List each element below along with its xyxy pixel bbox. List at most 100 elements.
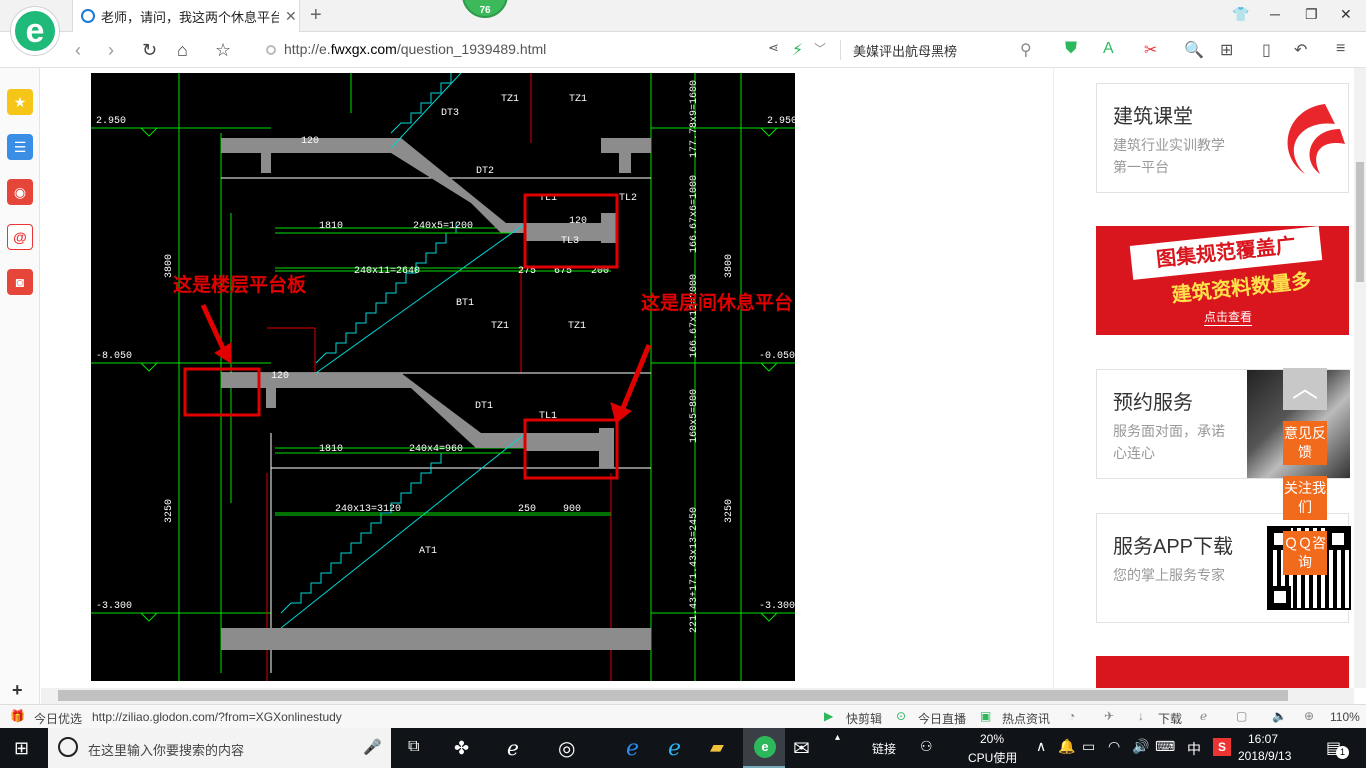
label-dt1: DT1 [475,401,493,412]
weibo-icon[interactable]: ◉ [7,179,33,205]
speaker-icon[interactable]: 🔊 [1132,738,1149,755]
skin-icon[interactable]: 👕 [1232,6,1249,23]
ie-taskbar-icon[interactable]: ℯ [668,735,681,761]
banner-ad[interactable]: 图集规范覆盖广 建筑资料数量多 点击查看 [1096,226,1349,335]
elev-bottom-right: -3.300 [759,601,795,612]
search-icon[interactable]: ⚲ [1020,40,1032,60]
reading-list-icon[interactable]: ☰ [7,134,33,160]
keyboard-icon[interactable]: ⌨ [1155,738,1175,755]
page-content: 2.950 2.950 -8.050 -0.050 -3.300 -3.300 … [41,68,1354,688]
browser-e-icon[interactable]: ℯ [507,736,519,761]
card-desc: 服务面对面，承诺心连心 [1113,423,1225,461]
tray-expand-icon[interactable]: ∧ [1036,738,1046,755]
vertical-scroll-thumb[interactable] [1356,162,1364,282]
dim-250: 250 [518,504,536,515]
search-input[interactable]: 美媒评出航母黑榜 [853,41,957,60]
clip-icon: ▶ [824,709,834,723]
ie-icon[interactable]: ℯ [1200,709,1207,723]
close-window-button[interactable]: ✕ [1340,6,1352,23]
follow-button[interactable]: 关注我们 [1283,476,1327,520]
ime-indicator[interactable]: 中 [1187,739,1201,759]
status-link: http://ziliao.glodon.com/?from=XGXonline… [92,710,342,724]
taskbar-search[interactable]: 在这里输入你要搜索的内容 🎤 [48,728,391,768]
share-icon[interactable]: ⋖ [768,40,779,56]
cpu-label: CPU使用 [968,751,1018,765]
kuaijianji-button[interactable]: 快剪辑 [846,710,882,727]
cortana-icon [58,737,78,757]
windows-start-icon[interactable]: ⊞ [14,738,29,759]
wifi-icon[interactable]: ◠ [1108,738,1120,755]
status-bar: 🎁 今日优选 http://ziliao.glodon.com/?from=XG… [0,704,1366,728]
taskbar-search-input[interactable]: 在这里输入你要搜索的内容 [88,740,244,759]
back-to-top-button[interactable]: ︿ [1283,368,1327,410]
tab-active[interactable]: 老师，请问，我这两个休息平台都... ✕ [72,0,300,32]
news-button[interactable]: 热点资讯 [1002,710,1050,727]
edge-icon[interactable]: ℯ [626,735,639,761]
mail-icon[interactable]: @ [7,224,33,250]
browser-logo-icon[interactable]: e [11,7,59,55]
taskbar-active-browser[interactable]: e [743,728,785,768]
banner-button[interactable]: 点击查看 [1204,308,1253,326]
people-icon[interactable]: ⚇ [920,738,933,755]
shield-icon[interactable]: ⛊ [1065,40,1077,58]
speed-icon[interactable]: ⚡ [792,40,803,60]
magnifier-icon[interactable]: 🔍 [1184,40,1204,60]
microphone-icon[interactable]: 🎤 [363,738,382,756]
live-button[interactable]: 今日直播 [918,710,966,727]
new-tab-button[interactable]: + [310,4,322,27]
window-icon[interactable]: ▢ [1236,709,1247,723]
elev-bottom-left: -3.300 [96,601,132,612]
apps-icon[interactable]: ⊞ [1220,40,1233,60]
chevron-down-icon[interactable]: ﹀ [814,40,826,57]
address-bar[interactable]: http://e.fwxgx.com/question_1939489.html [284,41,546,57]
label-bt1: BT1 [456,298,474,309]
news-icon: ▣ [980,709,992,723]
app-fan-icon[interactable]: ✤ [454,738,469,759]
horizontal-scroll-thumb[interactable] [58,690,1288,701]
notification-bell-icon[interactable]: 🔔 [1058,738,1075,755]
add-sidebar-icon[interactable]: + [12,680,23,701]
scissors-icon[interactable]: ✂ [1144,40,1157,60]
forward-icon[interactable]: › [108,40,114,61]
link-label[interactable]: 链接 [872,740,896,757]
translate-icon[interactable]: A [1103,40,1114,58]
restore-button[interactable]: ❐ [1305,6,1318,23]
card-course[interactable]: 建筑课堂 建筑行业实训教学第一平台 [1096,83,1349,193]
pin-icon[interactable]: ✈ [1104,709,1114,723]
volume-icon[interactable]: 🔈 [1272,709,1287,723]
feedback-button[interactable]: 意见反馈 [1283,421,1327,465]
speed-dial-icon[interactable]: ◔ [1068,709,1075,723]
secure-icon [266,45,276,55]
menu-icon[interactable]: ≡ [1336,40,1345,58]
zoom-icon[interactable]: ⊕ [1304,709,1314,723]
annotation-landing: 这是层间休息平台 [641,291,793,314]
mail-taskbar-icon[interactable]: ✉ [793,736,810,761]
undo-icon[interactable]: ↶ [1294,40,1307,60]
today-picks[interactable]: 今日优选 [34,710,82,727]
download-button[interactable]: 下载 [1158,710,1182,727]
home-icon[interactable]: ⌂ [177,40,188,61]
qq-consult-button[interactable]: ＱＱ咨询 [1283,531,1327,575]
dim-177: 177.78x9=1600 [689,80,700,158]
vertical-scrollbar[interactable] [1354,68,1366,688]
file-explorer-icon[interactable]: ▰ [710,737,724,758]
zoom-level[interactable]: 110% [1330,710,1360,724]
dim-3250-left: 3250 [164,499,175,523]
dim-3800-right: 3800 [724,254,735,278]
bottom-banner[interactable] [1096,656,1349,688]
battery-icon[interactable]: ▭ [1082,738,1095,755]
task-view-icon[interactable]: ⧉ [408,738,419,756]
taskbar-scroll-icon[interactable]: ▴ [835,732,840,743]
clock-date[interactable]: 2018/9/13 [1238,749,1291,763]
minimize-button[interactable]: ─ [1270,6,1280,22]
refresh-icon[interactable]: ↻ [142,40,157,61]
tab-close-icon[interactable]: ✕ [285,8,297,25]
app-spiral-icon[interactable]: ◎ [558,736,575,761]
favorite-star-icon[interactable]: ☆ [215,40,231,61]
reader-icon[interactable]: ▯ [1262,40,1271,60]
back-icon[interactable]: ‹ [75,40,81,61]
clock-time[interactable]: 16:07 [1248,732,1278,746]
sogou-icon[interactable]: S [1213,738,1231,756]
favorites-icon[interactable]: ★ [7,89,33,115]
game-icon[interactable]: ◙ [7,269,33,295]
